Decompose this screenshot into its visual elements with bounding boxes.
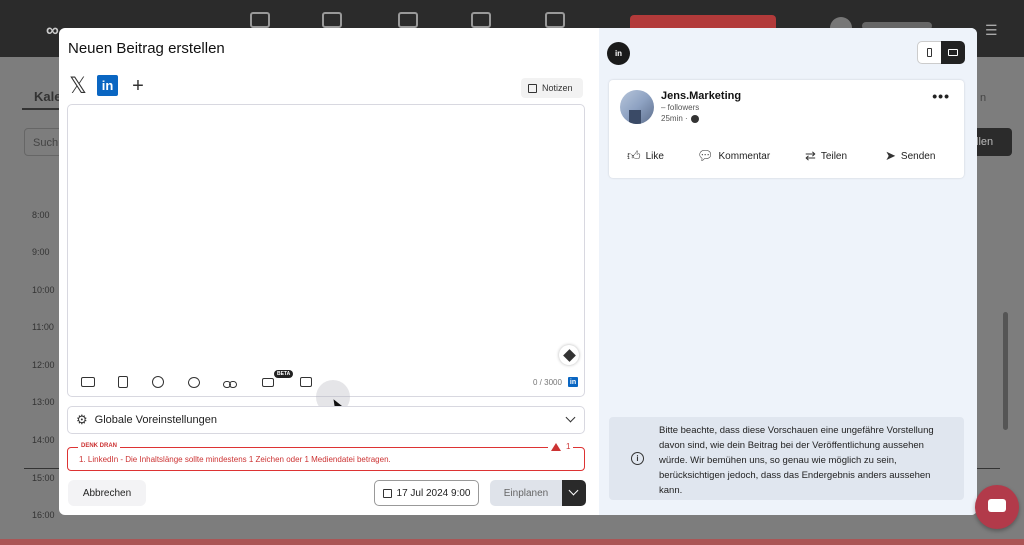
chevron-down-icon bbox=[565, 412, 576, 423]
month-select[interactable]: n bbox=[980, 92, 986, 104]
like-label: Like bbox=[645, 150, 664, 162]
warning-count: 1 bbox=[548, 442, 574, 451]
x-twitter-icon[interactable]: 𝕏 bbox=[67, 74, 89, 99]
send-label: Senden bbox=[900, 150, 936, 162]
beta-badge: BETA bbox=[274, 370, 294, 378]
time-label: 15:00 bbox=[32, 473, 55, 483]
send-icon: ➤ bbox=[885, 148, 896, 163]
global-presets-dropdown[interactable]: ⚙ Globale Voreinstellungen bbox=[67, 406, 585, 434]
schedule-button[interactable]: Einplanen bbox=[490, 480, 562, 506]
post-time: 25min · bbox=[661, 114, 699, 123]
desktop-view-button[interactable] bbox=[941, 41, 965, 64]
share-label: Teilen bbox=[820, 150, 848, 162]
support-chat-button[interactable] bbox=[975, 485, 1019, 529]
character-counter: 0 / 3000 bbox=[533, 378, 562, 387]
time-label: 11:00 bbox=[32, 322, 54, 332]
warning-icon bbox=[551, 442, 561, 451]
avatar bbox=[620, 90, 654, 124]
calendar-scrollbar[interactable] bbox=[1003, 312, 1008, 430]
more-options-icon[interactable]: ••• bbox=[932, 88, 950, 104]
nav-chat-icon[interactable] bbox=[322, 12, 342, 28]
emoji-icon[interactable] bbox=[152, 376, 164, 388]
ai-assist-button[interactable] bbox=[559, 345, 579, 365]
counter-linkedin-icon: in bbox=[568, 377, 578, 387]
app-logo: ∞ bbox=[46, 20, 59, 40]
mobile-view-button[interactable] bbox=[918, 42, 941, 63]
nav-link-icon[interactable] bbox=[471, 12, 491, 28]
like-action: 👍︎ Like bbox=[627, 148, 664, 164]
time-label: 16:00 bbox=[32, 510, 55, 520]
tab-calendar[interactable]: Kale bbox=[34, 89, 61, 104]
post-editor[interactable]: BETA 0 / 3000 in bbox=[67, 104, 585, 397]
time-label: 8:00 bbox=[32, 210, 50, 220]
time-label: 14:00 bbox=[32, 435, 55, 445]
time-label: 12:00 bbox=[32, 360, 55, 370]
info-icon: i bbox=[631, 452, 644, 465]
image-upload-icon[interactable] bbox=[81, 377, 95, 387]
nav-megaphone-icon[interactable] bbox=[545, 12, 565, 28]
followers-count: – followers bbox=[661, 103, 700, 112]
presets-label: Globale Voreinstellungen bbox=[94, 414, 217, 426]
media-library-icon[interactable] bbox=[300, 377, 312, 387]
gear-icon: ⚙ bbox=[76, 412, 88, 427]
hamburger-menu-icon[interactable]: ☰ bbox=[985, 22, 998, 39]
time-label: 13:00 bbox=[32, 397, 55, 407]
nav-search-icon[interactable] bbox=[250, 12, 270, 28]
ai-icon bbox=[562, 348, 576, 362]
linkedin-icon[interactable]: in bbox=[97, 75, 118, 96]
comment-bubble-icon: 💬︎ bbox=[697, 148, 714, 163]
mobile-icon bbox=[927, 48, 932, 57]
date-label: 17 Jul 2024 9:00 bbox=[396, 487, 471, 499]
notes-label: Notizen bbox=[542, 83, 573, 93]
share-action: ⇄ Teilen bbox=[805, 148, 847, 164]
post-time-label: 25min · bbox=[661, 114, 688, 123]
repost-icon: ⇄ bbox=[805, 148, 816, 163]
background-search-input[interactable]: Such bbox=[24, 128, 64, 156]
warning-label: DENK DRAN bbox=[78, 443, 120, 449]
link-icon[interactable] bbox=[223, 377, 239, 391]
chat-ai-icon[interactable] bbox=[262, 378, 274, 387]
nav-calendar-icon[interactable] bbox=[398, 12, 418, 28]
note-icon bbox=[528, 83, 537, 93]
thumbs-up-icon: 👍︎ bbox=[627, 148, 641, 163]
comment-label: Kommentar bbox=[718, 150, 771, 162]
schedule-options-button[interactable] bbox=[562, 480, 586, 506]
chevron-down-icon bbox=[568, 485, 579, 496]
preview-linkedin-icon[interactable]: in bbox=[607, 42, 630, 65]
post-preview-card: Jens.Marketing – followers 25min · ••• 👍… bbox=[609, 80, 964, 178]
calendar-icon bbox=[382, 488, 392, 498]
preview-panel: in Jens.Marketing – followers 25min · ••… bbox=[599, 28, 977, 515]
preview-notice: i Bitte beachte, dass diese Vorschauen e… bbox=[609, 417, 964, 500]
warning-text: 1. LinkedIn - Die Inhaltslänge sollte mi… bbox=[79, 455, 391, 464]
notes-button[interactable]: Notizen bbox=[521, 78, 583, 98]
time-label: 10:00 bbox=[32, 285, 55, 295]
bottom-strip bbox=[0, 539, 1024, 545]
globe-icon bbox=[690, 114, 699, 123]
add-network-icon[interactable]: + bbox=[127, 75, 149, 97]
chat-icon bbox=[988, 499, 1006, 512]
warning-count-value: 1 bbox=[566, 442, 571, 451]
tab-underline bbox=[22, 108, 62, 110]
modal-title: Neuen Beitrag erstellen bbox=[68, 40, 225, 57]
document-icon[interactable] bbox=[118, 376, 128, 388]
time-label: 9:00 bbox=[32, 247, 50, 257]
comment-icon[interactable] bbox=[188, 377, 200, 388]
desktop-icon bbox=[948, 49, 958, 56]
author-name: Jens.Marketing bbox=[661, 90, 742, 102]
send-action: ➤ Senden bbox=[885, 148, 935, 164]
notice-text: Bitte beachte, dass diese Vorschauen ein… bbox=[659, 425, 934, 496]
create-post-modal: Neuen Beitrag erstellen 𝕏 in + Notizen B… bbox=[59, 28, 977, 515]
comment-action: 💬︎ Kommentar bbox=[697, 148, 770, 164]
cancel-button[interactable]: Abbrechen bbox=[68, 480, 146, 506]
device-toggle[interactable] bbox=[917, 41, 965, 64]
warning-box: DENK DRAN 1 1. LinkedIn - Die Inhaltslän… bbox=[67, 442, 585, 471]
composer-panel: Neuen Beitrag erstellen 𝕏 in + Notizen B… bbox=[59, 28, 599, 515]
schedule-date-button[interactable]: 17 Jul 2024 9:00 bbox=[374, 480, 479, 506]
